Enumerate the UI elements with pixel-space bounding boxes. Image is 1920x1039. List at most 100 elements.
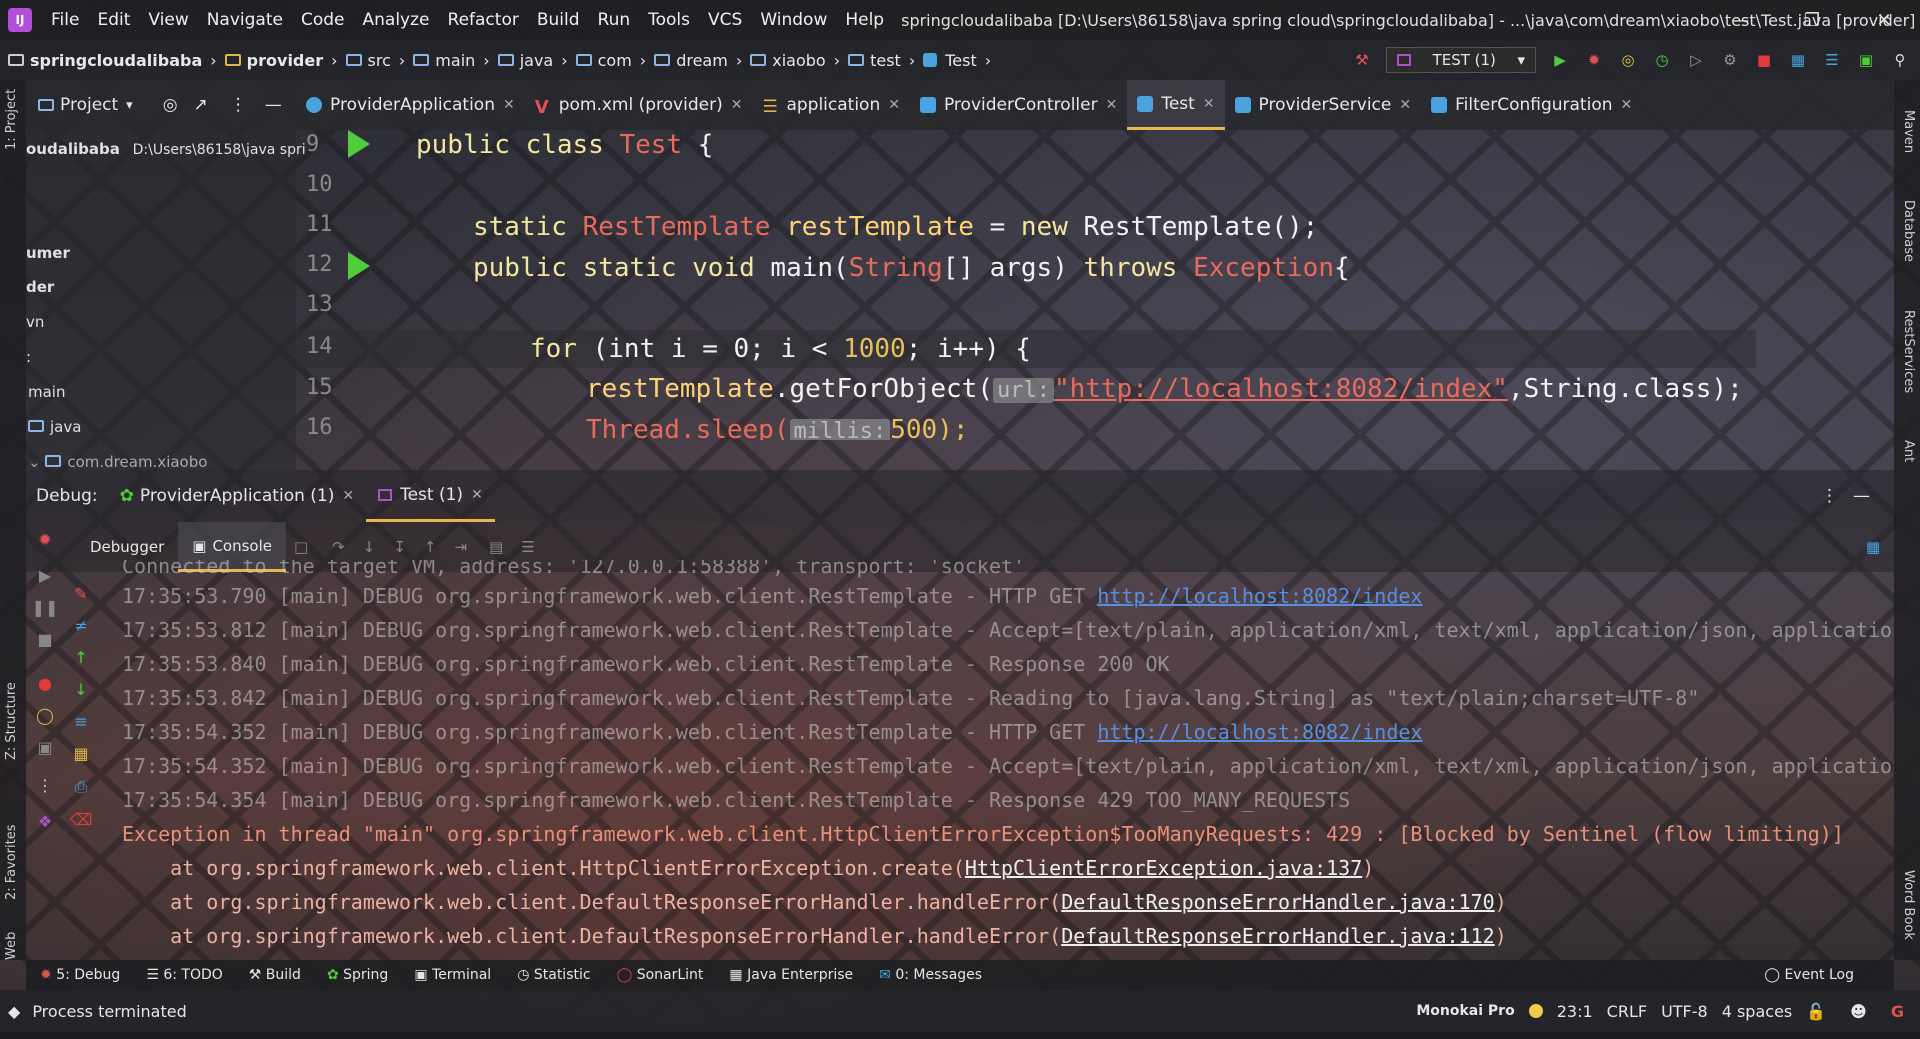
indent-setting[interactable]: 4 spaces bbox=[1722, 1002, 1793, 1021]
run-icon[interactable]: ▶ bbox=[1550, 50, 1570, 70]
breadcrumb-dream[interactable]: dream bbox=[676, 51, 728, 70]
event-log[interactable]: ◯ Event Log bbox=[1764, 967, 1854, 983]
menu-vcs[interactable]: VCS bbox=[699, 10, 751, 30]
run-configuration-select[interactable]: TEST (1) ▾ bbox=[1386, 47, 1536, 73]
project-view-title[interactable]: Project bbox=[60, 95, 118, 115]
options-icon[interactable]: ⋮ bbox=[1821, 486, 1838, 506]
tree-item[interactable]: : bbox=[26, 348, 31, 366]
web-tool-tab[interactable]: Web bbox=[4, 932, 19, 960]
menu-view[interactable]: View bbox=[139, 10, 197, 30]
close-icon[interactable]: ✕ bbox=[471, 487, 483, 503]
tool-sonarlint[interactable]: ◯ SonarLint bbox=[617, 967, 704, 983]
tool-statistic[interactable]: ◷ Statistic bbox=[517, 967, 590, 983]
tree-item-package[interactable]: ⌄ com.dream.xiaobo bbox=[28, 453, 207, 471]
breakpoints-icon[interactable]: ● bbox=[36, 674, 54, 693]
hammer-icon[interactable]: ⚒ bbox=[1352, 50, 1372, 70]
close-icon[interactable]: ✕ bbox=[1848, 0, 1920, 40]
profile-icon[interactable]: ◷ bbox=[1652, 50, 1672, 70]
project-structure-icon[interactable]: ▦ bbox=[1788, 50, 1808, 70]
search-icon[interactable]: ⚲ bbox=[1890, 50, 1910, 70]
tool-java-enterprise[interactable]: ▦ Java Enterprise bbox=[729, 967, 853, 983]
tab-pom-xml[interactable]: V pom.xml (provider) ✕ bbox=[525, 80, 753, 130]
maven-tool-tab[interactable]: Maven bbox=[1901, 110, 1916, 153]
menu-refactor[interactable]: Refactor bbox=[439, 10, 528, 30]
lock-icon[interactable]: 🔓 bbox=[1806, 1002, 1826, 1021]
close-icon[interactable]: ✕ bbox=[1106, 97, 1118, 113]
wordbook-tool-tab[interactable]: Word Book bbox=[1901, 870, 1916, 940]
minimize-icon[interactable]: — bbox=[1704, 0, 1776, 40]
breadcrumb-class[interactable]: Test bbox=[945, 51, 977, 70]
trash-icon[interactable]: ⌫ bbox=[70, 810, 93, 829]
soft-wrap-icon[interactable]: ≠ bbox=[72, 616, 90, 635]
down-arrow-icon[interactable]: ↓ bbox=[72, 680, 90, 699]
close-icon[interactable]: ✕ bbox=[503, 97, 515, 113]
tree-item[interactable]: der bbox=[26, 278, 54, 296]
attach-icon[interactable]: ⚙ bbox=[1720, 50, 1740, 70]
menu-help[interactable]: Help bbox=[836, 10, 893, 30]
console-output[interactable]: Connected to the target VM, address: '12… bbox=[96, 560, 1894, 960]
menu-run[interactable]: Run bbox=[589, 10, 640, 30]
menu-tools[interactable]: Tools bbox=[639, 10, 699, 30]
more-icon[interactable]: ⋮ bbox=[36, 776, 54, 795]
theme-indicator[interactable]: Monokai Pro bbox=[1416, 1003, 1514, 1019]
ant-tool-tab[interactable]: Ant bbox=[1901, 440, 1916, 462]
tool-spring[interactable]: ✿ Spring bbox=[327, 967, 388, 983]
hide-icon[interactable]: — bbox=[1853, 486, 1870, 506]
menu-analyze[interactable]: Analyze bbox=[354, 10, 439, 30]
menu-navigate[interactable]: Navigate bbox=[198, 10, 292, 30]
options-icon[interactable]: ⋮ bbox=[230, 95, 247, 115]
structure-tool-tab[interactable]: Z: Structure bbox=[4, 682, 19, 760]
run-dropdown-icon[interactable]: ▷ bbox=[1686, 50, 1706, 70]
chevron-down-icon[interactable]: ▾ bbox=[126, 98, 133, 113]
line-separator[interactable]: CRLF bbox=[1607, 1002, 1647, 1021]
debug-session-test[interactable]: Test (1) ✕ bbox=[366, 470, 495, 522]
inspector-icon[interactable]: ☻ bbox=[1850, 1002, 1867, 1021]
step-into-icon[interactable]: ↓ bbox=[363, 538, 376, 556]
scroll-end-icon[interactable]: ≡ bbox=[72, 712, 90, 731]
breadcrumb-src[interactable]: src bbox=[368, 51, 391, 70]
clear-icon[interactable]: ✎ bbox=[72, 584, 90, 603]
layout-icon[interactable]: ▦ bbox=[1866, 538, 1880, 556]
menu-code[interactable]: Code bbox=[292, 10, 354, 30]
tool-debug[interactable]: ✹ 5: Debug bbox=[40, 967, 120, 983]
trace-icon[interactable]: ☰ bbox=[521, 538, 534, 556]
mute-breakpoints-icon[interactable]: ◯ bbox=[36, 706, 54, 725]
tab-provider-service[interactable]: ProviderService ✕ bbox=[1225, 80, 1422, 130]
pin-icon[interactable]: ❖ bbox=[36, 812, 54, 831]
menu-edit[interactable]: Edit bbox=[88, 10, 139, 30]
coverage-icon[interactable]: ◎ bbox=[1618, 50, 1638, 70]
step-out-icon[interactable]: ↑ bbox=[424, 538, 437, 556]
close-icon[interactable]: ✕ bbox=[1399, 97, 1411, 113]
tab-provider-controller[interactable]: ProviderController ✕ bbox=[910, 80, 1127, 130]
close-icon[interactable]: ✕ bbox=[731, 97, 743, 113]
stacktrace-link[interactable]: DefaultResponseErrorHandler.java:170 bbox=[1061, 890, 1494, 914]
hide-icon[interactable]: — bbox=[265, 95, 282, 115]
tool-todo[interactable]: ☰ 6: TODO bbox=[146, 967, 222, 983]
tree-item[interactable]: umer bbox=[26, 244, 70, 262]
tree-item-main[interactable]: main bbox=[28, 383, 65, 401]
code-editor[interactable]: public class Test { static RestTemplate … bbox=[366, 130, 1756, 440]
tree-item[interactable]: vn bbox=[26, 313, 44, 331]
favorites-tool-tab[interactable]: 2: Favorites bbox=[4, 824, 19, 900]
console-link[interactable]: http://localhost:8082/index bbox=[1097, 720, 1422, 744]
cursor-position[interactable]: 23:1 bbox=[1557, 1002, 1593, 1021]
google-icon[interactable]: G bbox=[1891, 1002, 1904, 1021]
close-icon[interactable]: ✕ bbox=[342, 488, 354, 504]
debug-bug-icon[interactable]: ✹ bbox=[1584, 50, 1604, 70]
file-encoding[interactable]: UTF-8 bbox=[1661, 1002, 1708, 1021]
menu-file[interactable]: File bbox=[42, 10, 88, 30]
tab-filter-configuration[interactable]: FilterConfiguration ✕ bbox=[1421, 80, 1642, 130]
close-icon[interactable]: ✕ bbox=[888, 97, 900, 113]
step-over-icon[interactable]: ↷ bbox=[332, 538, 345, 556]
locate-icon[interactable]: ◎ bbox=[163, 95, 178, 115]
tool-messages[interactable]: ✉ 0: Messages bbox=[879, 967, 982, 983]
tab-provider-application[interactable]: ProviderApplication ✕ bbox=[296, 80, 525, 130]
close-icon[interactable]: ✕ bbox=[1203, 96, 1215, 112]
evaluate-icon[interactable]: ▤ bbox=[489, 538, 503, 556]
breadcrumb-project[interactable]: springcloudalibaba bbox=[30, 51, 202, 70]
database-tool-tab[interactable]: Database bbox=[1901, 200, 1916, 262]
restore-icon[interactable]: ❐ bbox=[1776, 0, 1848, 40]
breadcrumb-module[interactable]: provider bbox=[247, 51, 323, 70]
debug-session-provider[interactable]: ✿ ProviderApplication (1) ✕ bbox=[108, 470, 366, 522]
tab-application[interactable]: ☰ application ✕ bbox=[752, 80, 910, 130]
